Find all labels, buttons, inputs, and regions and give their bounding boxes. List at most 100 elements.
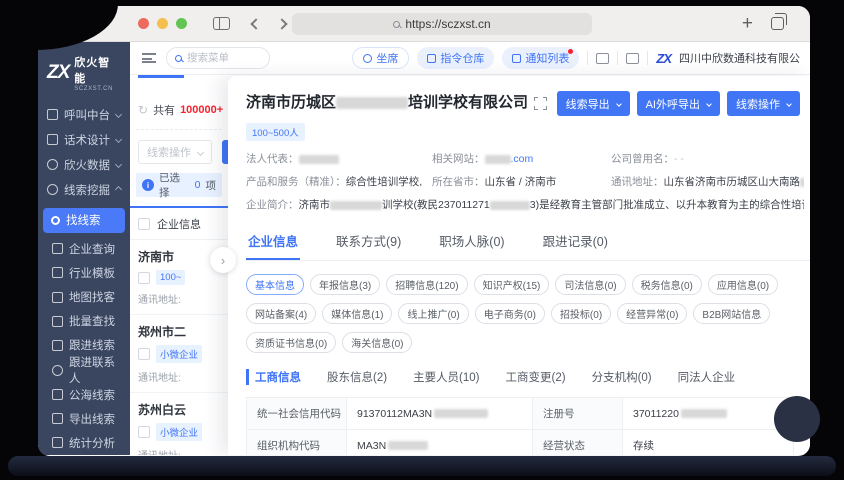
sectab-branches[interactable]: 分支机构(0) bbox=[592, 369, 652, 385]
sectab-business-changes[interactable]: 工商变更(2) bbox=[506, 369, 566, 385]
menu-search[interactable] bbox=[166, 47, 270, 69]
search-input[interactable] bbox=[187, 52, 251, 64]
sidebar-item-batch-search[interactable]: 批量查找 bbox=[38, 309, 130, 333]
tab-follow-records[interactable]: 跟进记录(0) bbox=[541, 224, 610, 260]
sectab-same-legal-entities[interactable]: 同法人企业 bbox=[678, 369, 736, 385]
pill-customs[interactable]: 海关信息(0) bbox=[342, 332, 413, 353]
redacted-text bbox=[800, 177, 804, 187]
building-icon bbox=[52, 243, 63, 255]
search-icon bbox=[393, 20, 401, 28]
sidebar-group-call-center[interactable]: 呼叫中台 bbox=[38, 102, 130, 127]
chevron-down-icon bbox=[114, 161, 123, 169]
address-bar[interactable]: https://sczxst.cn bbox=[292, 13, 592, 35]
sidebar-group-script-design[interactable]: 话术设计 bbox=[38, 127, 130, 152]
detail-tabs: 企业信息 联系方式(9) 职场人脉(0) 跟进记录(0) bbox=[246, 224, 810, 261]
redacted-text bbox=[388, 441, 429, 450]
pill-website-filing[interactable]: 网站备案(4) bbox=[246, 303, 317, 324]
business-info-table: 统一社会信用代码 91370112MA3N 注册号 37011220 组织机构代… bbox=[246, 397, 794, 455]
tab-workplace-network[interactable]: 职场人脉(0) bbox=[437, 224, 506, 260]
redacted-text bbox=[680, 409, 727, 418]
sidebar-item-statistics[interactable]: 统计分析 bbox=[38, 431, 130, 455]
pill-basic-info[interactable]: 基本信息 bbox=[246, 274, 304, 295]
refresh-icon[interactable]: ↻ bbox=[138, 103, 148, 117]
seat-button[interactable]: 坐席 bbox=[352, 47, 410, 69]
sectab-business-info[interactable]: 工商信息 bbox=[246, 369, 301, 385]
row-checkbox[interactable] bbox=[138, 426, 150, 438]
ai-call-export-button[interactable]: AI外呼导出 bbox=[636, 91, 720, 116]
selected-count: 0 bbox=[194, 179, 201, 191]
minimize-window-button[interactable] bbox=[157, 18, 168, 29]
template-icon bbox=[52, 267, 63, 279]
tenant-company-name[interactable]: 四川中欣数通科技有限公 bbox=[679, 50, 800, 66]
lead-export-button[interactable]: 线索导出 bbox=[556, 91, 630, 116]
map-icon bbox=[52, 291, 63, 303]
chevron-down-icon bbox=[114, 136, 123, 144]
sidebar-toggle-icon[interactable] bbox=[213, 17, 230, 30]
notification-list-button[interactable]: 通知列表 bbox=[502, 47, 580, 69]
sidebar-item-public-leads[interactable]: 公海线索 bbox=[38, 383, 130, 407]
sidebar-item-find-leads[interactable]: 找线索 bbox=[43, 207, 125, 233]
new-tab-button[interactable]: + bbox=[742, 14, 753, 33]
redacted-text bbox=[484, 154, 511, 164]
sidebar-item-export-leads[interactable]: 导出线索 bbox=[38, 407, 130, 431]
pill-bidding[interactable]: 招投标(0) bbox=[550, 303, 612, 324]
select-all-checkbox[interactable] bbox=[138, 218, 150, 230]
company-tag: 100~ bbox=[156, 270, 186, 285]
company-tag: 小微企业 bbox=[156, 423, 203, 441]
pill-online-promotion[interactable]: 线上推广(0) bbox=[398, 303, 469, 324]
sectab-shareholders[interactable]: 股东信息(2) bbox=[327, 369, 387, 385]
pill-business-abnormal[interactable]: 经营异常(0) bbox=[617, 303, 688, 324]
pill-annual-report[interactable]: 年报信息(3) bbox=[310, 274, 381, 295]
website-link[interactable]: .com bbox=[511, 153, 534, 165]
row-checkbox[interactable] bbox=[138, 348, 150, 360]
pill-intellectual-property[interactable]: 知识产权(15) bbox=[473, 274, 550, 295]
sectab-key-persons[interactable]: 主要人员(10) bbox=[413, 369, 479, 385]
lead-operate-button[interactable]: 线索操作 bbox=[727, 91, 800, 116]
sidebar-group-lead-mining[interactable]: 线索挖掘 bbox=[38, 177, 130, 202]
main-sidebar: ZX 欣火智能 SCZXST.CN 呼叫中台 话术设计 欣火数据 线索挖掘 找线… bbox=[38, 42, 130, 455]
redacted-text bbox=[330, 200, 382, 210]
chevron-down-icon bbox=[615, 100, 622, 107]
list-item[interactable]: 郑州市二 小微企业 通讯地址: bbox=[130, 315, 228, 393]
pill-b2b-website[interactable]: B2B网站信息 bbox=[693, 303, 771, 324]
screen-icon[interactable] bbox=[596, 52, 610, 64]
capture-icon[interactable] bbox=[626, 52, 640, 64]
sidebar-item-company-search[interactable]: 企业查询 bbox=[38, 237, 130, 261]
pill-qualification-cert[interactable]: 资质证书信息(0) bbox=[246, 332, 337, 353]
headset-icon bbox=[363, 53, 373, 63]
url-text: https://sczxst.cn bbox=[405, 17, 491, 31]
pill-tax[interactable]: 税务信息(0) bbox=[631, 274, 702, 295]
list-item[interactable]: 苏州白云 小微企业 通讯地址: bbox=[130, 393, 228, 455]
pill-judicial[interactable]: 司法信息(0) bbox=[555, 274, 626, 295]
floating-assistant-button[interactable] bbox=[774, 396, 820, 442]
forward-icon[interactable] bbox=[276, 17, 288, 30]
sidebar-item-follow-contacts[interactable]: 跟进联系人 bbox=[38, 357, 130, 385]
tab-contact-info[interactable]: 联系方式(9) bbox=[334, 224, 403, 260]
employee-size-badge: 100~500人 bbox=[246, 123, 305, 141]
back-icon[interactable] bbox=[250, 17, 262, 30]
tab-overview-icon[interactable] bbox=[771, 13, 787, 30]
collapse-menu-icon[interactable] bbox=[142, 53, 156, 63]
tab-company-info[interactable]: 企业信息 bbox=[246, 224, 301, 260]
batch-icon bbox=[52, 315, 63, 327]
command-store-button[interactable]: 指令仓库 bbox=[417, 47, 495, 69]
pill-application[interactable]: 应用信息(0) bbox=[707, 274, 779, 295]
pill-recruitment[interactable]: 招聘信息(120) bbox=[386, 274, 468, 295]
book-icon bbox=[47, 134, 58, 146]
close-window-button[interactable] bbox=[138, 18, 149, 29]
lead-operate-dropdown[interactable]: 线索操作 bbox=[138, 140, 212, 164]
pool-icon bbox=[52, 389, 63, 401]
pill-media[interactable]: 媒体信息(1) bbox=[322, 303, 393, 324]
zoom-window-button[interactable] bbox=[176, 18, 187, 29]
search-icon bbox=[175, 54, 182, 62]
sidebar-item-map-search[interactable]: 地图找客 bbox=[38, 285, 130, 309]
fullscreen-icon[interactable] bbox=[533, 97, 547, 110]
sidebar-group-xinhuo-data[interactable]: 欣火数据 bbox=[38, 152, 130, 177]
monitor-icon bbox=[47, 109, 58, 121]
sidebar-item-industry-template[interactable]: 行业模板 bbox=[38, 261, 130, 285]
collapse-panel-button[interactable]: › bbox=[210, 247, 236, 273]
row-checkbox[interactable] bbox=[138, 271, 150, 284]
chevron-up-icon bbox=[114, 186, 123, 194]
dot-icon bbox=[51, 215, 60, 225]
pill-ecommerce[interactable]: 电子商务(0) bbox=[474, 303, 545, 324]
